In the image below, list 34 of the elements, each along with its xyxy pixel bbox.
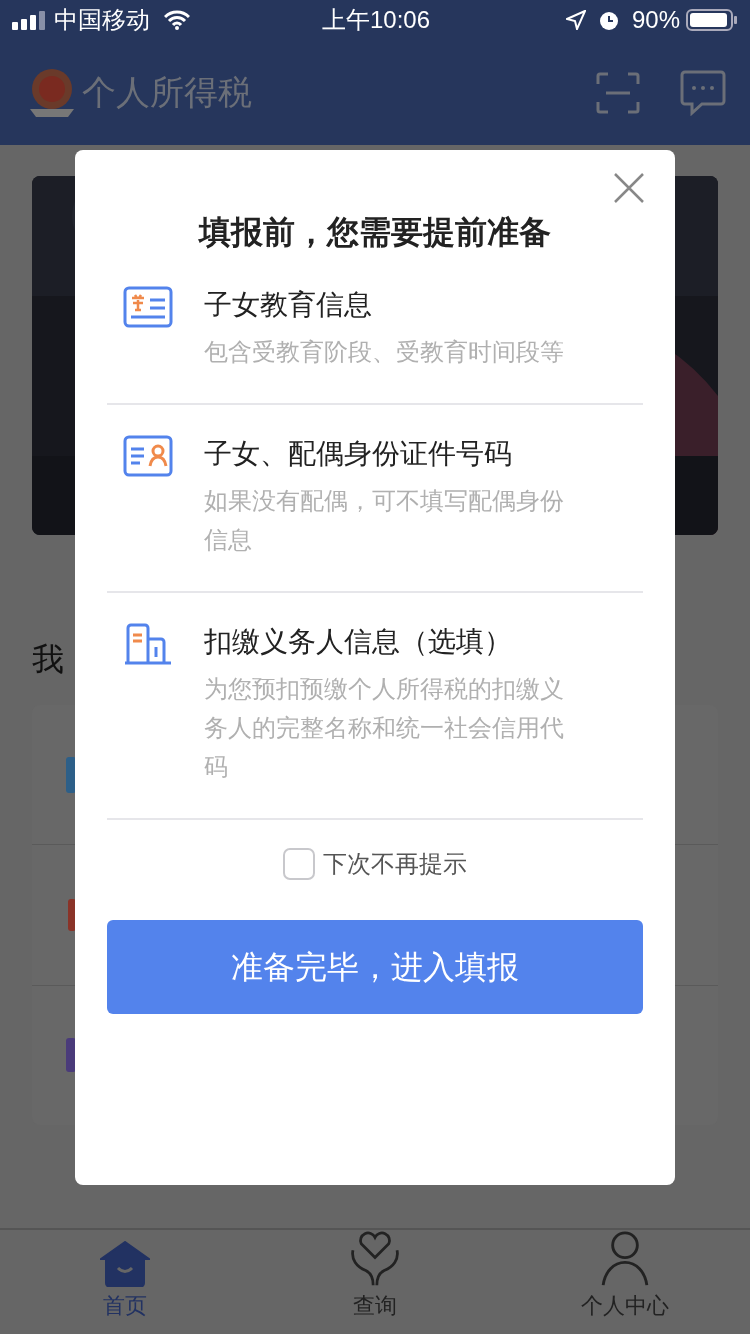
- confirm-button[interactable]: 准备完毕，进入填报: [107, 920, 643, 1014]
- item-title: 子女、配偶身份证件号码: [204, 437, 513, 471]
- tab[interactable]: 首页: [0, 1230, 250, 1334]
- tab[interactable]: 个人中心: [500, 1230, 750, 1334]
- battery-icon: [686, 8, 738, 32]
- item-title: 子女教育信息: [204, 288, 373, 322]
- scan-icon: [596, 71, 640, 114]
- service-icon: [66, 756, 76, 793]
- building-icon: [123, 623, 173, 665]
- clock-time: 上午10:06: [320, 5, 432, 35]
- heart-hands-icon: [348, 1230, 402, 1287]
- home-icon: [100, 1241, 150, 1287]
- item-description: 如果没有配偶，可不填写配偶身份信息: [204, 486, 565, 555]
- close-button[interactable]: [613, 172, 645, 204]
- alarm-icon: [597, 9, 620, 31]
- item-description: 为您预扣预缴个人所得税的扣缴义务人的完整名称和统一社会信用代码: [204, 674, 565, 782]
- battery-percent: 90%: [631, 5, 680, 35]
- section-title: 我: [32, 640, 64, 679]
- service-icon: [66, 1038, 76, 1073]
- dialog-title: 填报前，您需要提前准备: [197, 213, 552, 252]
- app-title: 个人所得税: [82, 72, 252, 113]
- checkbox-label: 下次不再提示: [323, 849, 467, 879]
- message-icon: [680, 69, 726, 116]
- carrier-name: 中国移动: [54, 5, 150, 35]
- person-icon: [599, 1230, 651, 1287]
- wifi-icon: [164, 10, 190, 30]
- close-icon: [613, 172, 645, 204]
- location-arrow-icon: [565, 10, 586, 30]
- tab[interactable]: 查询: [250, 1230, 500, 1334]
- item-description: 包含受教育阶段、受教育时间段等: [204, 337, 565, 367]
- id-card-icon: [123, 435, 173, 477]
- item-title: 扣缴义务人信息（选填）: [204, 625, 513, 659]
- study-card-icon: [123, 286, 173, 328]
- checkbox[interactable]: [283, 848, 315, 880]
